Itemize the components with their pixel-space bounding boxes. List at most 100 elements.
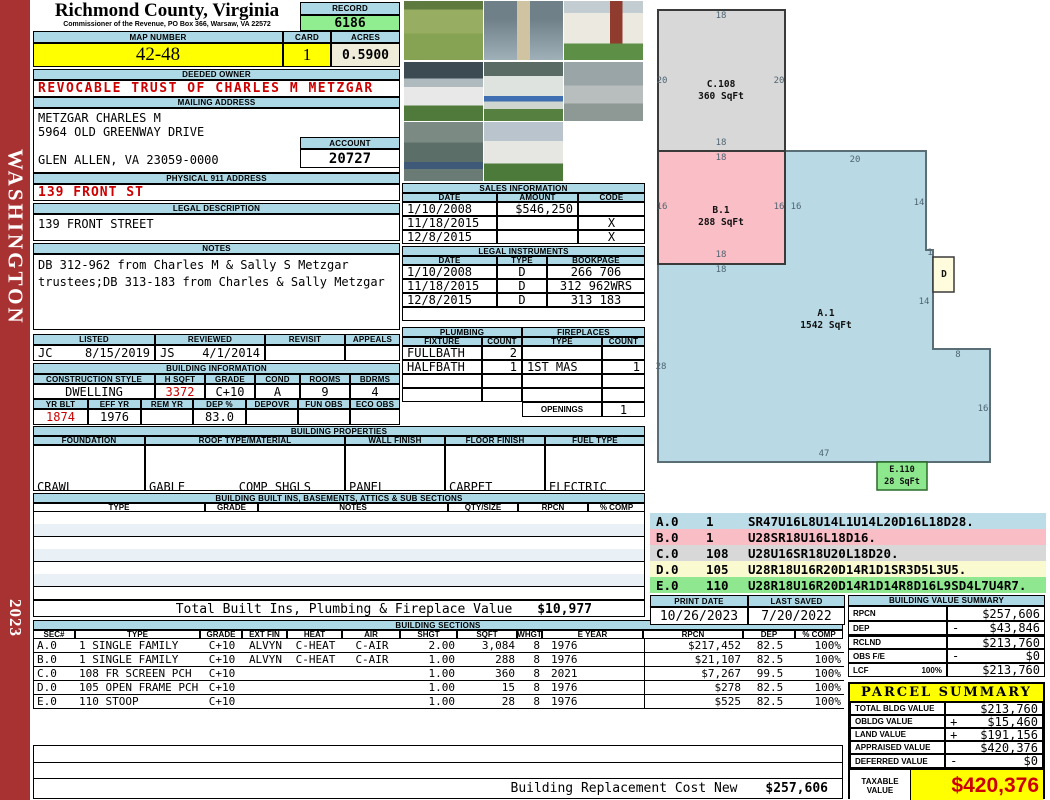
legal-date: 11/18/2015 [402,279,497,293]
mailing-line2: 5964 OLD GREENWAY DRIVE [38,125,205,139]
built-ins-header: BUILDING BUILT INS, BASEMENTS, ATTICS & … [33,493,645,503]
legal-col-headers: DATE TYPE BOOKPAGE [402,256,645,265]
pf-col-headers: FIXTURE COUNT TYPE COUNT [402,337,645,346]
parcel-value: $420,376 [980,741,1038,754]
built-ins-empty-rows [33,512,645,600]
sec-heat-header: HEAT [287,630,342,639]
legal-row: 1/10/2008 D 266 706 [402,265,645,279]
sketch-region-area: 28 SqFt [884,477,920,487]
effyr-header: EFF YR [88,399,141,409]
bdrms-header: BDRMS [350,374,400,384]
property-photo-house-side[interactable] [484,122,563,182]
sales-date-header: DATE [402,193,497,202]
legal-row: 12/8/2015 D 313 183 [402,293,645,307]
legal-type: D [497,293,547,307]
ecoobs-header: ECO OBS [350,399,400,409]
legend-path: U28R18U16R20D14R1D1SR3D5L3U5. [748,561,967,577]
sales-amount-header: AMOUNT [497,193,578,202]
property-photo-dock-pilings[interactable] [564,61,643,121]
legal-date: 12/8/2015 [402,293,497,307]
bvs-extra: 100% [921,665,942,675]
parcel-row: APPRAISED VALUE $420,376 [850,741,1043,754]
floor-finish-value: CARPET HARDWOOD [445,445,545,491]
taxable-value: $420,376 [911,770,1043,800]
building-info-row2-headers: YR BLT EFF YR REM YR DEP % DEPOVR FUN OB… [33,399,400,409]
sec-sqft-header: SQFT [457,630,517,639]
property-photo-dock[interactable] [484,1,563,60]
legend-path: U28SR18U16L18D16. [748,529,876,545]
fixture-count: 1 [482,360,522,374]
sales-header: SALES INFORMATION [402,183,645,193]
foundation-value: CRAWL CINDER BLOCK [33,445,145,491]
bvs-row: LCF 100% $213,760 [848,663,1045,677]
legend-path: U28U16SR18U20L18D20. [748,545,899,561]
roof-header: ROOF TYPE/MATERIAL [145,436,345,445]
foundation-line1: CRAWL [37,480,74,491]
property-photo-shed[interactable] [564,1,643,60]
building-info-row1-headers: CONSTRUCTION STYLE H SQFT GRADE COND ROO… [33,374,400,384]
legal-row-empty [402,307,645,321]
sketch-region-area: 288 SqFt [698,217,744,228]
property-photo-boat-lift[interactable] [404,122,483,182]
bvs-value: $0 [1025,649,1040,663]
page-title: Richmond County, Virginia [54,0,280,21]
sketch-region-area: 360 SqFt [698,91,744,102]
section-row: C.0 108 FR SCREEN PCH C+10 1.00 360 8 2021 … [34,667,844,681]
physical-address-value: 139 FRONT ST [33,184,400,201]
sec-eyear-header: E YEAR [542,630,643,639]
sections-rows: A.0 1 SINGLE FAMILY C+10 ALVYN C-HEAT C-AIR… [33,639,844,709]
depovr-value [246,409,298,425]
depovr-header: DEPOVR [246,399,298,409]
building-properties-header: BUILDING PROPERTIES [33,426,645,436]
fixture [402,374,482,388]
remyr-value [141,409,193,425]
legend-sec: A.0 [656,513,679,529]
property-photo-house-rear[interactable] [404,61,483,121]
parcel-label: OBLDG VALUE [850,715,946,728]
fixture-count: 2 [482,346,522,360]
appeals-header: APPEALS [345,334,400,345]
sketch-dim: 14 [913,198,925,208]
revisit-value [265,345,345,361]
floor-line1: CARPET [449,480,493,491]
building-value-summary-header: BUILDING VALUE SUMMARY [848,595,1045,606]
appeals-value [345,345,400,361]
replacement-cost-label: Building Replacement Cost New [510,781,738,796]
sale-date: 11/18/2015 [402,216,497,230]
pf-row-empty [402,388,645,402]
sec-air-header: AIR [342,630,400,639]
bvs-value: $213,760 [982,635,1040,649]
print-date-value: 10/26/2023 [650,607,748,625]
property-photo-house-awning[interactable] [484,61,563,121]
sec-extfin-header: EXT FIN [242,630,287,639]
sale-code: X [578,216,645,230]
fixture-count [482,374,522,388]
property-photo-shoreline[interactable] [404,1,483,60]
bi-notes-header: NOTES [258,503,448,512]
sale-amount [497,230,578,244]
legend-row: B.0 1 U28SR18U16L18D16. [650,529,1046,545]
parcel-sign: + [950,728,958,741]
built-ins-total-row: Total Built Ins, Plumbing & Fireplace Va… [33,600,645,617]
sketch-dim: 20 [773,76,785,86]
hsqft-header: H SQFT [155,374,205,384]
account-value: 20727 [300,149,400,168]
sketch-dim: 18 [715,153,727,163]
review-headers: LISTED REVIEWED REVISIT APPEALS [33,334,400,345]
fixture-count [482,388,522,402]
legend-row: E.0 110 U28R18U16R20D14R1D14R8D16L9SD4L7… [650,577,1046,593]
sketch-dim: 14 [918,297,930,307]
openings-value: 1 [602,402,645,417]
legend-sec: E.0 [656,577,679,593]
taxable-value-row: TAXABLE VALUE $420,376 [850,768,1043,800]
sale-amount [497,216,578,230]
legal-bookpage-header: BOOKPAGE [547,256,645,265]
bi-rpcn-header: RPCN [518,503,588,512]
review-values: JC 8/15/2019 JS 4/1/2014 [33,345,400,361]
legal-type-header: TYPE [497,256,547,265]
building-value-summary: RPCN $257,606 DEP - $43,846 RCLND $213,76… [848,606,1045,677]
fireplace-count: 1 [602,360,645,374]
bvs-label: RPCN [848,606,947,621]
properties-col-headers: FOUNDATION ROOF TYPE/MATERIAL WALL FINIS… [33,436,645,445]
fireplace-type-header: TYPE [522,337,602,346]
